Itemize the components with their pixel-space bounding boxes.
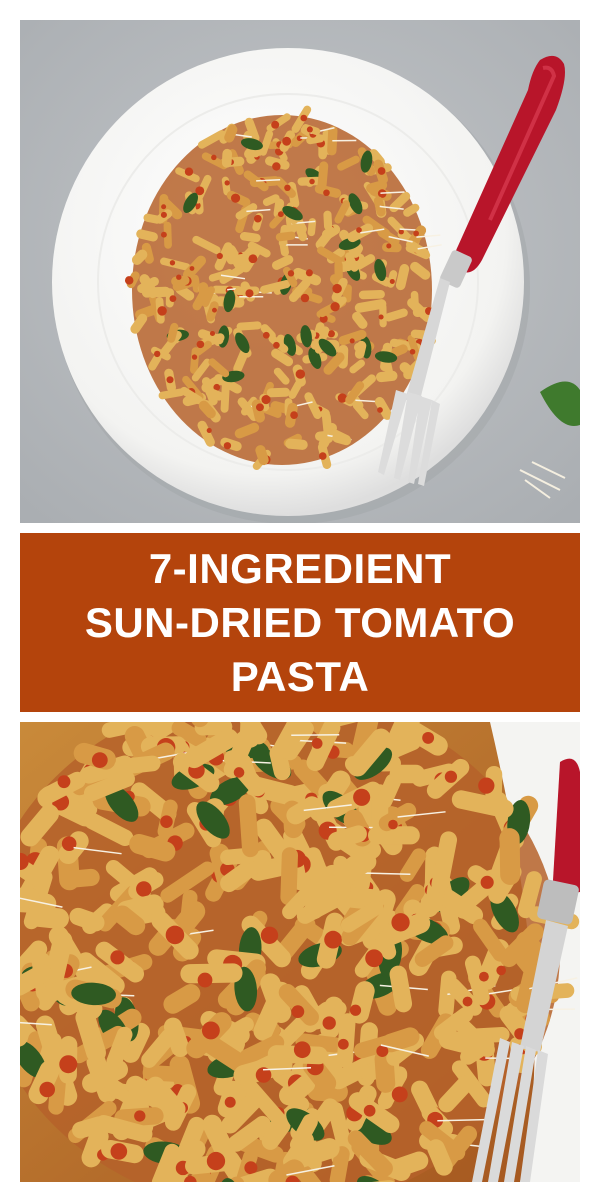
title-line-1: 7-INGREDIENT <box>148 544 452 592</box>
title-banner: 7-INGREDIENT SUN-DRIED TOMATO PASTA <box>20 533 580 712</box>
top-food-photo <box>20 20 580 523</box>
bottom-food-photo <box>20 722 580 1182</box>
title-line-3: PASTA <box>230 652 370 700</box>
pasta-closeup <box>20 722 580 1182</box>
title-line-2: SUN-DRIED TOMATO <box>84 598 516 646</box>
